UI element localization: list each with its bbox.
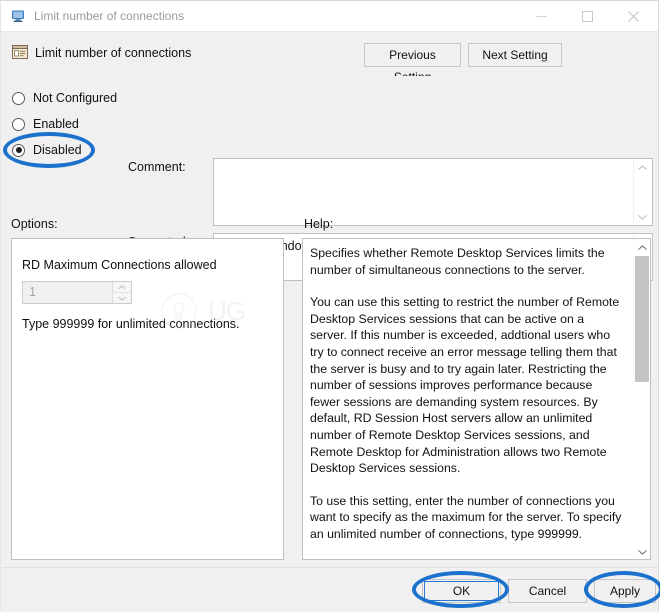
policy-setting-icon <box>11 43 29 61</box>
radio-indicator-selected <box>12 143 25 157</box>
help-paragraph: To use this setting, enter the number of… <box>310 493 622 541</box>
radio-disabled[interactable]: Disabled <box>12 140 82 160</box>
setting-header: Limit number of connections Previous Set… <box>2 32 658 84</box>
unlimited-connections-hint: Type 999999 for unlimited connections. <box>22 317 240 331</box>
options-section-label: Options: <box>11 217 58 231</box>
cancel-button[interactable]: Cancel <box>508 579 587 603</box>
radio-label: Disabled <box>33 143 82 157</box>
comment-input[interactable] <box>213 158 653 226</box>
radio-label: Enabled <box>33 117 79 131</box>
monitor-icon <box>10 8 27 24</box>
scroll-down-icon[interactable] <box>634 209 651 224</box>
close-icon[interactable] <box>612 1 658 31</box>
maximize-button[interactable] <box>566 1 612 31</box>
help-paragraph: If the status is set to Enabled, the max… <box>310 559 622 560</box>
radio-label: Not Configured <box>33 91 118 105</box>
next-setting-button[interactable]: Next Setting <box>468 43 562 67</box>
help-section-label: Help: <box>304 217 334 231</box>
radio-enabled[interactable]: Enabled <box>12 114 79 134</box>
apply-button[interactable]: Apply <box>594 579 656 603</box>
setting-title: Limit number of connections <box>35 46 192 60</box>
radio-indicator <box>12 91 25 105</box>
stepper-increment-icon[interactable] <box>113 282 131 293</box>
stepper-value: 1 <box>29 285 36 299</box>
stepper-decrement-icon[interactable] <box>113 293 131 303</box>
rd-max-connections-label: RD Maximum Connections allowed <box>22 258 217 272</box>
ok-button[interactable]: OK <box>422 579 501 603</box>
dialog-footer: OK Cancel Apply <box>2 567 658 612</box>
help-paragraph: You can use this setting to restrict the… <box>310 295 620 476</box>
minimize-button[interactable] <box>520 1 566 31</box>
help-scrollbar[interactable] <box>634 239 650 559</box>
previous-setting-button[interactable]: Previous Setting <box>364 43 461 84</box>
scroll-up-icon[interactable] <box>634 239 650 255</box>
group-policy-setting-dialog: Limit number of connections Limit number <box>0 0 660 612</box>
help-text: Specifies whether Remote Desktop Service… <box>310 245 622 560</box>
scroll-down-icon[interactable] <box>634 543 650 559</box>
comment-scrollbar[interactable] <box>633 160 651 224</box>
stepper-buttons[interactable] <box>112 282 131 303</box>
title-bar: Limit number of connections <box>1 1 658 32</box>
help-paragraph: Specifies whether Remote Desktop Service… <box>310 246 605 277</box>
comment-label: Comment: <box>128 160 186 174</box>
window-title: Limit number of connections <box>34 9 185 23</box>
options-panel: RD Maximum Connections allowed 1 Type 99… <box>11 238 284 560</box>
rd-max-connections-stepper[interactable]: 1 <box>22 281 132 304</box>
scrollbar-thumb[interactable] <box>635 256 649 382</box>
radio-not-configured[interactable]: Not Configured <box>12 88 117 108</box>
help-panel: Specifies whether Remote Desktop Service… <box>302 238 651 560</box>
setting-state-section: Not Configured Enabled Disabled Comment:… <box>2 76 658 281</box>
scroll-up-icon[interactable] <box>634 160 651 175</box>
radio-indicator <box>12 117 25 131</box>
